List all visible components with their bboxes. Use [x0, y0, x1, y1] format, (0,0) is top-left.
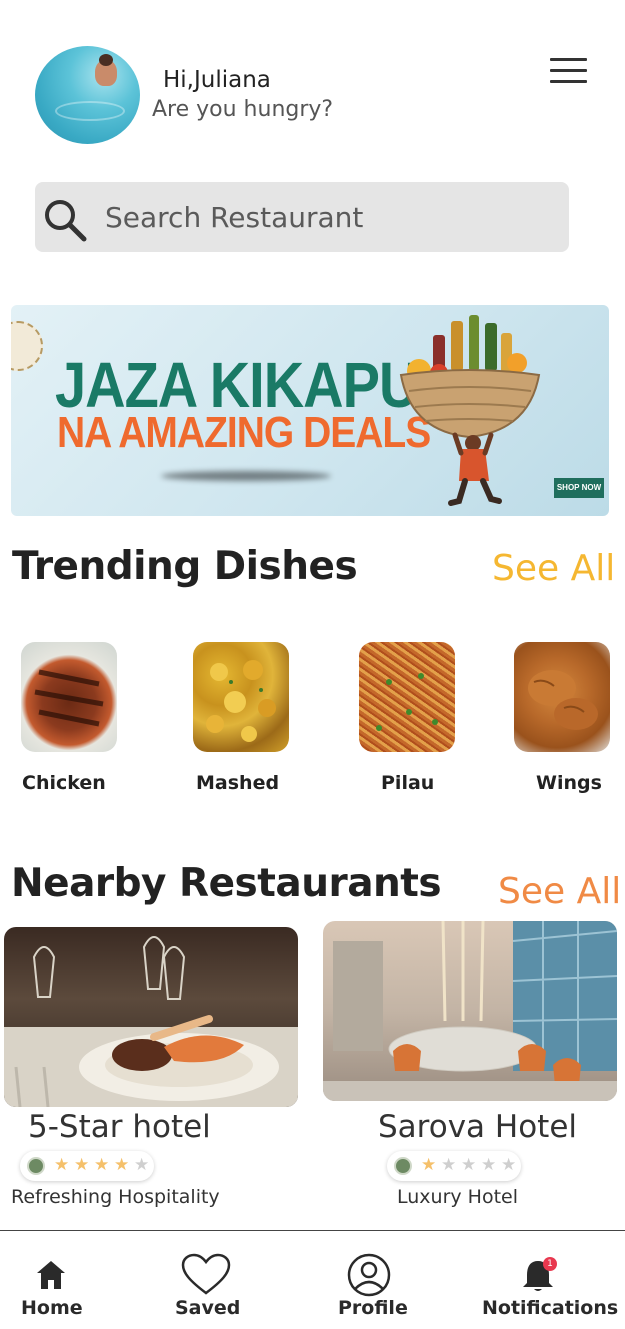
avatar-photo-water — [55, 101, 125, 121]
greeting-subtitle: Are you hungry? — [152, 97, 334, 122]
search-input[interactable] — [105, 195, 545, 239]
promo-banner[interactable]: JAZA KIKAPU NA AMAZING DEALS SHOP NOW — [11, 305, 609, 516]
dish-card-pilau[interactable] — [359, 642, 455, 752]
dish-label-chicken: Chicken — [22, 772, 106, 794]
star-filled-icon: ★ — [54, 1155, 70, 1175]
dish-card-chicken[interactable] — [21, 642, 117, 752]
star-filled-icon: ★ — [421, 1155, 437, 1175]
star-filled-icon: ★ — [114, 1155, 130, 1175]
restaurant-description-5-star-hotel: Refreshing Hospitality — [11, 1186, 220, 1208]
star-empty-icon: ★ — [441, 1155, 457, 1175]
star-filled-icon: ★ — [94, 1155, 110, 1175]
dish-label-mashed: Mashed — [196, 772, 280, 794]
search-bar[interactable] — [35, 182, 569, 252]
dish-image-mashed — [193, 642, 289, 752]
rating-sarova-hotel: ★ ★ ★ ★ ★ — [387, 1151, 521, 1181]
dish-image-chicken — [21, 642, 117, 752]
notification-badge-count: 1 — [547, 1259, 553, 1269]
heart-icon — [181, 1253, 231, 1295]
restaurant-mini-avatar — [394, 1157, 412, 1175]
search-icon — [45, 200, 87, 242]
restaurant-mini-avatar — [27, 1157, 45, 1175]
restaurant-card-sarova-hotel[interactable] — [323, 921, 617, 1101]
tab-notifications[interactable]: 1 Notifications — [480, 1231, 619, 1329]
potato-chunks-decoration — [206, 660, 276, 742]
dish-card-wings[interactable] — [514, 642, 610, 752]
tab-home[interactable]: Home — [10, 1231, 90, 1329]
star-empty-icon: ★ — [134, 1155, 150, 1175]
restaurant-photo-bar — [323, 921, 617, 1101]
tab-label-notifications: Notifications — [482, 1297, 619, 1319]
shop-now-button[interactable]: SHOP NOW — [554, 478, 604, 498]
home-icon — [37, 1261, 65, 1289]
user-icon — [347, 1253, 391, 1297]
fried-texture-decoration — [528, 670, 598, 730]
basket-carrier-illustration — [399, 315, 541, 506]
trending-dishes-title: Trending Dishes — [12, 544, 358, 589]
trending-see-all-link[interactable]: See All — [492, 548, 615, 589]
restaurant-photo-dining — [4, 936, 298, 1107]
star-empty-icon: ★ — [461, 1155, 477, 1175]
hamburger-menu-icon[interactable] — [550, 58, 588, 84]
dish-label-pilau: Pilau — [381, 772, 435, 794]
user-avatar[interactable] — [35, 46, 140, 144]
notification-badge: 1 — [543, 1257, 557, 1271]
herb-garnish-decoration — [376, 673, 438, 731]
dish-label-wings: Wings — [536, 772, 602, 794]
greeting-text: Hi,Juliana — [163, 67, 271, 93]
restaurant-card-5-star-hotel[interactable] — [4, 927, 298, 1107]
star-empty-icon: ★ — [481, 1155, 497, 1175]
banner-subheadline: NA AMAZING DEALS — [57, 409, 431, 458]
tab-label-profile: Profile — [338, 1297, 408, 1319]
tab-label-saved: Saved — [175, 1297, 241, 1319]
dish-card-mashed[interactable] — [193, 642, 289, 752]
tab-saved[interactable]: Saved — [170, 1231, 250, 1329]
restaurant-name-sarova-hotel: Sarova Hotel — [378, 1109, 578, 1145]
avatar-photo-person — [95, 54, 117, 86]
nearby-restaurants-title: Nearby Restaurants — [11, 861, 442, 906]
star-empty-icon: ★ — [501, 1155, 517, 1175]
tab-profile[interactable]: Profile — [335, 1231, 425, 1329]
dish-image-wings — [514, 642, 610, 752]
brand-logo — [11, 321, 43, 371]
rating-5-star-hotel: ★ ★ ★ ★ ★ — [20, 1151, 154, 1181]
star-filled-icon: ★ — [74, 1155, 90, 1175]
bottom-tab-bar: Home Saved Profile 1 Notifications — [0, 1230, 625, 1329]
grill-marks-decoration — [34, 669, 104, 727]
banner-shadow-decoration — [161, 471, 331, 481]
tab-label-home: Home — [21, 1297, 83, 1319]
restaurant-name-5-star-hotel: 5-Star hotel — [28, 1109, 211, 1145]
restaurant-description-sarova-hotel: Luxury Hotel — [397, 1186, 519, 1208]
dish-image-pilau — [359, 642, 455, 752]
nearby-see-all-link[interactable]: See All — [498, 871, 621, 912]
